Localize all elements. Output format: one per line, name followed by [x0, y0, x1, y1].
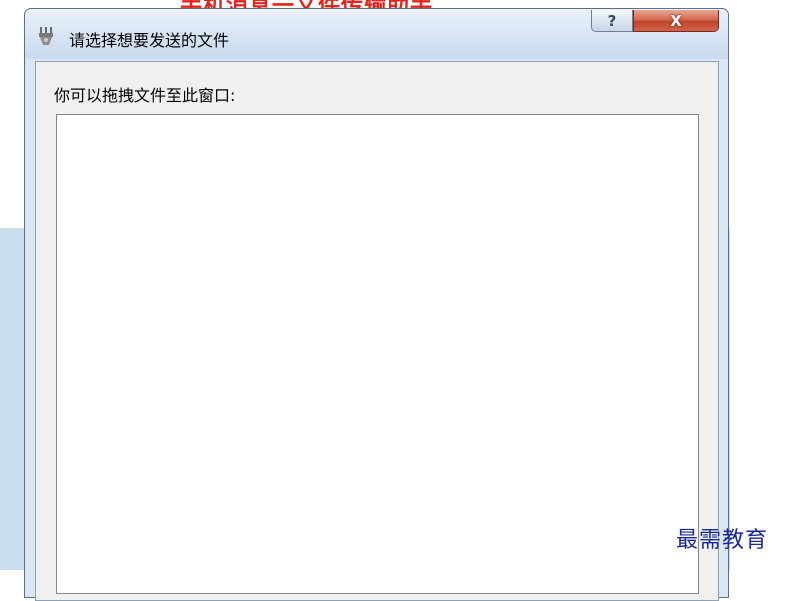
drop-instruction-label: 你可以拖拽文件至此窗口: — [54, 86, 236, 105]
file-select-dialog: 请选择想要发送的文件 ? X 你可以拖拽文件至此窗口: — [24, 8, 729, 601]
dialog-titlebar[interactable]: 请选择想要发送的文件 ? X — [25, 9, 728, 59]
dialog-content: 你可以拖拽文件至此窗口: — [35, 61, 719, 601]
close-icon: X — [670, 11, 682, 30]
file-drop-area[interactable] — [56, 114, 699, 594]
dialog-title: 请选择想要发送的文件 — [69, 31, 230, 50]
close-button[interactable]: X — [633, 10, 719, 32]
help-icon: ? — [607, 11, 617, 30]
watermark: 最需教育 — [676, 528, 769, 553]
file-transfer-icon — [39, 27, 53, 45]
help-button[interactable]: ? — [591, 10, 633, 32]
top-caption: 手机消息一文件传输助手 — [180, 0, 433, 19]
